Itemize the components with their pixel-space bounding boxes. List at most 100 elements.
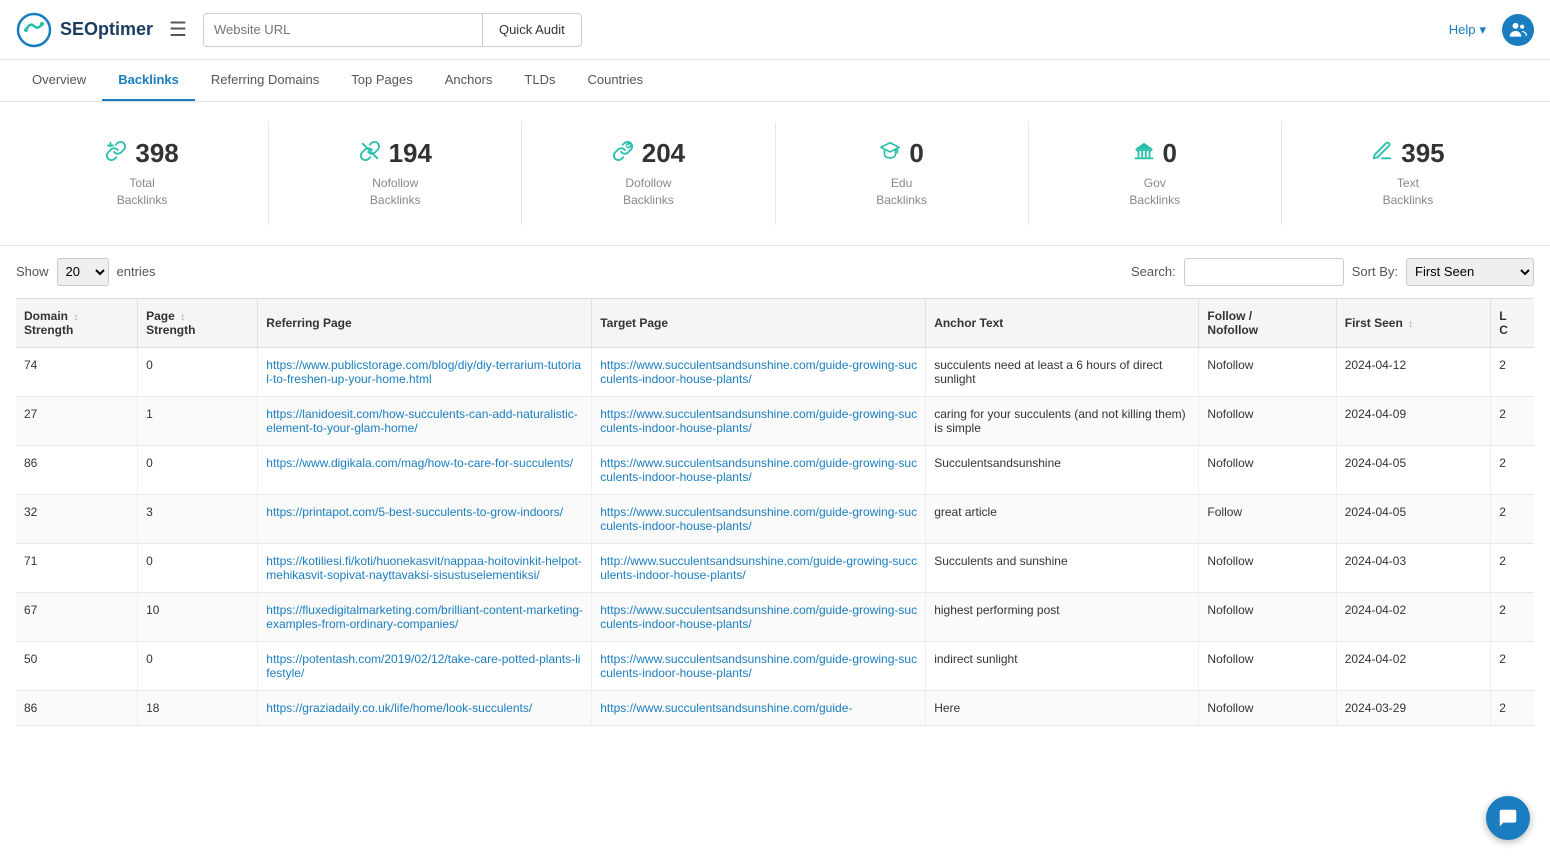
quick-audit-button[interactable]: Quick Audit — [483, 13, 582, 47]
entries-select[interactable]: 10 20 50 100 — [57, 258, 109, 286]
stat-dofollow-backlinks: 204 DofollowBacklinks — [522, 122, 775, 225]
cell-follow: Nofollow — [1199, 641, 1336, 690]
col-header-referring-page: Referring Page — [258, 298, 592, 347]
col-header-follow: Follow /Nofollow — [1199, 298, 1336, 347]
cell-domain-strength: 86 — [16, 690, 138, 725]
tab-referring-domains[interactable]: Referring Domains — [195, 60, 335, 101]
cell-referring-page: https://printapot.com/5-best-succulents-… — [258, 494, 592, 543]
cell-page-strength: 10 — [138, 592, 258, 641]
table-body: 74 0 https://www.publicstorage.com/blog/… — [16, 347, 1534, 725]
users-icon[interactable] — [1502, 14, 1534, 46]
tab-countries[interactable]: Countries — [571, 60, 659, 101]
cell-anchor-text: indirect sunlight — [926, 641, 1199, 690]
text-backlinks-value: 395 — [1401, 138, 1444, 169]
table-row: 50 0 https://potentash.com/2019/02/12/ta… — [16, 641, 1534, 690]
cell-domain-strength: 74 — [16, 347, 138, 396]
cell-anchor-text: Here — [926, 690, 1199, 725]
target-page-link[interactable]: https://www.succulentsandsunshine.com/gu… — [600, 701, 852, 715]
col-header-first-seen[interactable]: First Seen ↕ — [1336, 298, 1491, 347]
referring-page-link[interactable]: https://printapot.com/5-best-succulents-… — [266, 505, 563, 519]
cell-first-seen: 2024-04-03 — [1336, 543, 1491, 592]
cell-follow: Follow — [1199, 494, 1336, 543]
table-row: 32 3 https://printapot.com/5-best-succul… — [16, 494, 1534, 543]
tab-overview[interactable]: Overview — [16, 60, 102, 101]
referring-page-link[interactable]: https://www.digikala.com/mag/how-to-care… — [266, 456, 573, 470]
referring-page-link[interactable]: https://potentash.com/2019/02/12/take-ca… — [266, 652, 580, 680]
tab-backlinks[interactable]: Backlinks — [102, 60, 195, 101]
cell-target-page: https://www.succulentsandsunshine.com/gu… — [592, 494, 926, 543]
referring-page-link[interactable]: https://graziadaily.co.uk/life/home/look… — [266, 701, 532, 715]
cell-anchor-text: caring for your succulents (and not kill… — [926, 396, 1199, 445]
nofollow-backlinks-label: NofollowBacklinks — [370, 175, 421, 209]
cell-anchor-text: Succulentsandsunshine — [926, 445, 1199, 494]
cell-follow: Nofollow — [1199, 543, 1336, 592]
cell-lc: 2 — [1491, 592, 1534, 641]
stat-nofollow-backlinks: 194 NofollowBacklinks — [269, 122, 522, 225]
tab-top-pages[interactable]: Top Pages — [335, 60, 428, 101]
cell-follow: Nofollow — [1199, 592, 1336, 641]
target-page-link[interactable]: https://www.succulentsandsunshine.com/gu… — [600, 652, 917, 680]
cell-anchor-text: succulents need at least a 6 hours of di… — [926, 347, 1199, 396]
col-header-page-strength[interactable]: Page ↕Strength — [138, 298, 258, 347]
table-row: 71 0 https://kotiliesi.fi/koti/huonekasv… — [16, 543, 1534, 592]
cell-referring-page: https://www.digikala.com/mag/how-to-care… — [258, 445, 592, 494]
referring-page-link[interactable]: https://fluxedigitalmarketing.com/brilli… — [266, 603, 583, 631]
cell-first-seen: 2024-04-05 — [1336, 494, 1491, 543]
cell-lc: 2 — [1491, 494, 1534, 543]
total-backlinks-label: TotalBacklinks — [117, 175, 168, 209]
hamburger-icon[interactable]: ☰ — [169, 17, 187, 42]
stat-gov-backlinks: 0 GovBacklinks — [1029, 122, 1282, 225]
cell-referring-page: https://graziadaily.co.uk/life/home/look… — [258, 690, 592, 725]
table-wrap: Domain ↕Strength Page ↕Strength Referrin… — [0, 298, 1550, 726]
referring-page-link[interactable]: https://www.publicstorage.com/blog/diy/d… — [266, 358, 581, 386]
url-input[interactable] — [203, 13, 483, 47]
target-page-link[interactable]: http://www.succulentsandsunshine.com/gui… — [600, 554, 917, 582]
help-button[interactable]: Help ▾ — [1449, 22, 1486, 38]
table-header: Domain ↕Strength Page ↕Strength Referrin… — [16, 298, 1534, 347]
col-header-target-page: Target Page — [592, 298, 926, 347]
col-header-anchor-text: Anchor Text — [926, 298, 1199, 347]
cell-domain-strength: 86 — [16, 445, 138, 494]
target-page-link[interactable]: https://www.succulentsandsunshine.com/gu… — [600, 505, 917, 533]
stat-edu-backlinks: 0 EduBacklinks — [776, 122, 1029, 225]
tab-tlds[interactable]: TLDs — [508, 60, 571, 101]
target-page-link[interactable]: https://www.succulentsandsunshine.com/gu… — [600, 456, 917, 484]
cell-lc: 2 — [1491, 347, 1534, 396]
table-row: 86 18 https://graziadaily.co.uk/life/hom… — [16, 690, 1534, 725]
cell-follow: Nofollow — [1199, 690, 1336, 725]
cell-domain-strength: 32 — [16, 494, 138, 543]
dofollow-icon — [612, 140, 634, 168]
cell-first-seen: 2024-04-12 — [1336, 347, 1491, 396]
stat-top-nofollow: 194 — [359, 138, 432, 169]
cell-target-page: https://www.succulentsandsunshine.com/gu… — [592, 690, 926, 725]
gov-icon — [1133, 140, 1155, 168]
referring-page-link[interactable]: https://lanidoesit.com/how-succulents-ca… — [266, 407, 577, 435]
cell-target-page: http://www.succulentsandsunshine.com/gui… — [592, 543, 926, 592]
cell-lc: 2 — [1491, 445, 1534, 494]
stat-top-dofollow: 204 — [612, 138, 685, 169]
search-input[interactable] — [1184, 258, 1344, 286]
cell-target-page: https://www.succulentsandsunshine.com/gu… — [592, 592, 926, 641]
cell-anchor-text: great article — [926, 494, 1199, 543]
dofollow-backlinks-label: DofollowBacklinks — [623, 175, 674, 209]
target-page-link[interactable]: https://www.succulentsandsunshine.com/gu… — [600, 407, 917, 435]
stat-top-total: 398 — [105, 138, 178, 169]
cell-referring-page: https://potentash.com/2019/02/12/take-ca… — [258, 641, 592, 690]
edu-icon — [879, 140, 901, 168]
sort-select[interactable]: First Seen Domain Strength Page Strength — [1406, 258, 1534, 286]
total-backlinks-value: 398 — [135, 138, 178, 169]
col-header-domain-strength[interactable]: Domain ↕Strength — [16, 298, 138, 347]
cell-referring-page: https://lanidoesit.com/how-succulents-ca… — [258, 396, 592, 445]
edu-backlinks-value: 0 — [909, 138, 923, 169]
cell-domain-strength: 71 — [16, 543, 138, 592]
cell-lc: 2 — [1491, 690, 1534, 725]
tab-anchors[interactable]: Anchors — [429, 60, 509, 101]
target-page-link[interactable]: https://www.succulentsandsunshine.com/gu… — [600, 358, 917, 386]
chat-button[interactable] — [1486, 796, 1530, 840]
target-page-link[interactable]: https://www.succulentsandsunshine.com/gu… — [600, 603, 917, 631]
referring-page-link[interactable]: https://kotiliesi.fi/koti/huonekasvit/na… — [266, 554, 582, 582]
cell-page-strength: 0 — [138, 347, 258, 396]
cell-page-strength: 1 — [138, 396, 258, 445]
header-right: Help ▾ — [1449, 14, 1534, 46]
stat-top-text: 395 — [1371, 138, 1444, 169]
